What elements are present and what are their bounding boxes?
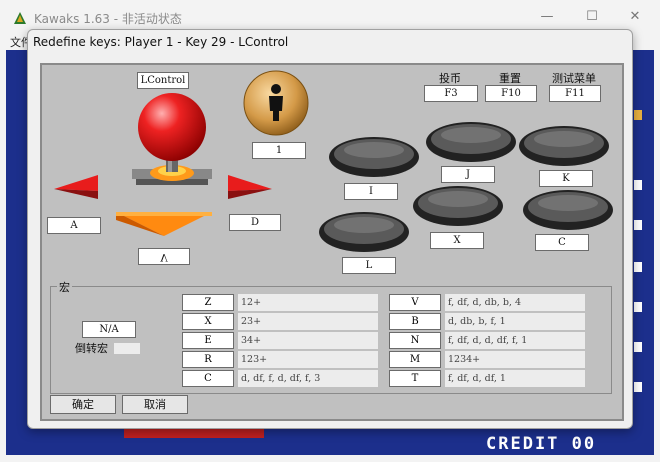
button-i-icon[interactable] bbox=[328, 136, 420, 178]
close-button[interactable]: ✕ bbox=[624, 8, 646, 26]
macro-seq-t[interactable]: f, df, d, df, 1 bbox=[445, 370, 585, 387]
button-i-key[interactable]: I bbox=[344, 183, 398, 200]
macro-key-m[interactable]: M bbox=[389, 351, 441, 368]
reset-label: 重置 bbox=[499, 72, 521, 85]
button-x-key[interactable]: X bbox=[430, 232, 484, 249]
button-l-icon[interactable] bbox=[318, 211, 410, 253]
button-j-icon[interactable] bbox=[425, 121, 517, 163]
macro-seq-e[interactable]: 34+ bbox=[238, 332, 378, 349]
reverse-macro-label: 倒转宏 bbox=[75, 342, 108, 355]
test-menu-key-field[interactable]: F11 bbox=[549, 85, 601, 102]
macro-group-title: 宏 bbox=[57, 279, 72, 295]
credit-counter: CREDIT 00 bbox=[486, 434, 597, 454]
screen-marker bbox=[634, 110, 642, 120]
joystick-current-key[interactable]: LControl bbox=[137, 72, 189, 89]
screen-marker bbox=[634, 382, 642, 392]
coin-label: 投币 bbox=[439, 72, 461, 85]
macro-seq-b[interactable]: d, db, b, f, 1 bbox=[445, 313, 585, 330]
minimize-button[interactable]: — bbox=[536, 8, 558, 26]
button-l-key[interactable]: L bbox=[342, 257, 396, 274]
right-key-field[interactable]: D bbox=[229, 214, 281, 231]
screen-marker bbox=[634, 220, 642, 230]
screen-marker bbox=[634, 180, 642, 190]
redefine-keys-dialog: Redefine keys: Player 1 - Key 29 - LCont… bbox=[27, 29, 633, 429]
screen-marker bbox=[634, 342, 642, 352]
screen-marker bbox=[634, 302, 642, 312]
reverse-macro-field[interactable] bbox=[114, 343, 140, 354]
joystick-icon[interactable] bbox=[122, 91, 222, 199]
coin-key-field[interactable]: F3 bbox=[424, 85, 478, 102]
button-k-key[interactable]: K bbox=[539, 170, 593, 187]
cancel-button[interactable]: 取消 bbox=[122, 395, 188, 414]
button-x-icon[interactable] bbox=[412, 185, 504, 227]
macro-key-b[interactable]: B bbox=[389, 313, 441, 330]
macro-key-c[interactable]: C bbox=[182, 370, 234, 387]
arrow-right-icon[interactable] bbox=[226, 173, 274, 201]
button-k-icon[interactable] bbox=[518, 125, 610, 167]
main-window-title: Kawaks 1.63 - 非活动状态 bbox=[34, 12, 182, 26]
macro-seq-n[interactable]: f, df, d, d, df, f, 1 bbox=[445, 332, 585, 349]
macro-seq-m[interactable]: 1234+ bbox=[445, 351, 585, 368]
button-c-icon[interactable] bbox=[522, 189, 614, 231]
macro-seq-c[interactable]: d, df, f, d, df, f, 3 bbox=[238, 370, 378, 387]
reset-key-field[interactable]: F10 bbox=[485, 85, 537, 102]
macro-seq-x[interactable]: 23+ bbox=[238, 313, 378, 330]
macro-key-t[interactable]: T bbox=[389, 370, 441, 387]
down-key-field[interactable]: V bbox=[138, 248, 190, 265]
start-key-field[interactable]: 1 bbox=[252, 142, 306, 159]
macro-key-e[interactable]: E bbox=[182, 332, 234, 349]
player-portraits bbox=[124, 428, 264, 438]
left-key-field[interactable]: A bbox=[47, 217, 101, 234]
app-icon bbox=[14, 12, 26, 24]
arrow-down-icon[interactable] bbox=[114, 210, 214, 240]
screen-marker bbox=[634, 262, 642, 272]
arrow-left-icon[interactable] bbox=[52, 173, 100, 201]
maximize-button[interactable]: ☐ bbox=[581, 8, 603, 26]
test-menu-label: 测试菜单 bbox=[552, 72, 596, 85]
macro-key-r[interactable]: R bbox=[182, 351, 234, 368]
macro-seq-z[interactable]: 12+ bbox=[238, 294, 378, 311]
macro-key-z[interactable]: Z bbox=[182, 294, 234, 311]
macro-na-field[interactable]: N/A bbox=[82, 321, 136, 338]
start-button-icon[interactable] bbox=[242, 69, 310, 137]
macro-key-x[interactable]: X bbox=[182, 313, 234, 330]
ok-button[interactable]: 确定 bbox=[50, 395, 116, 414]
macro-seq-v[interactable]: f, df, d, db, b, 4 bbox=[445, 294, 585, 311]
button-j-key[interactable]: J bbox=[441, 166, 495, 183]
macro-key-v[interactable]: V bbox=[389, 294, 441, 311]
dialog-title: Redefine keys: Player 1 - Key 29 - LCont… bbox=[33, 35, 289, 49]
button-c-key[interactable]: C bbox=[535, 234, 589, 251]
macro-seq-r[interactable]: 123+ bbox=[238, 351, 378, 368]
key-layout-panel: LControl A D V 1 投币 F3 重置 F10 测试菜单 F11 I… bbox=[40, 63, 624, 421]
macro-key-n[interactable]: N bbox=[389, 332, 441, 349]
